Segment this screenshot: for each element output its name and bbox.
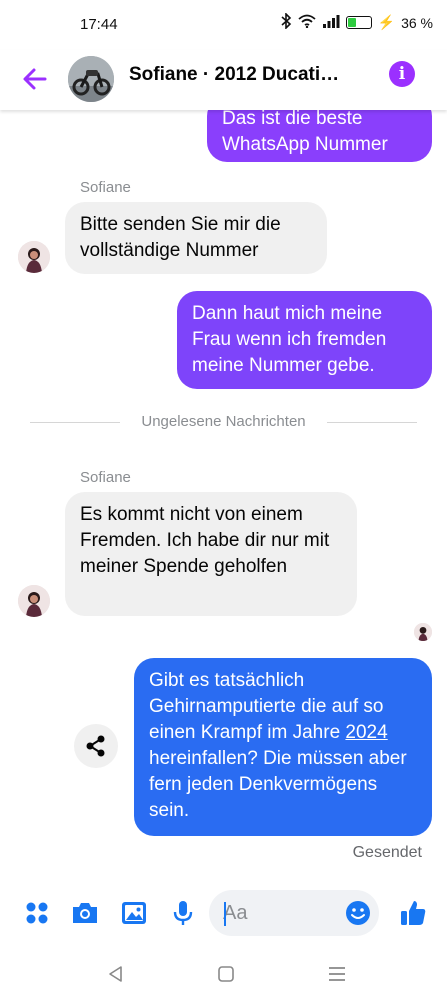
wifi-icon	[298, 14, 316, 31]
charging-icon: ⚡	[377, 14, 396, 30]
gallery-button[interactable]	[119, 898, 149, 928]
apps-icon	[26, 902, 48, 924]
read-receipt-avatar	[414, 623, 432, 641]
battery-percent: 36 %	[401, 14, 433, 31]
message-incoming[interactable]: Es kommt nicht von einem Fremden. Ich ha…	[65, 492, 357, 616]
system-nav-bar	[0, 950, 447, 1000]
microphone-icon	[173, 901, 193, 925]
emoji-icon	[346, 901, 370, 925]
message-input[interactable]	[223, 899, 343, 927]
home-square-icon	[218, 966, 234, 982]
gallery-icon	[122, 902, 146, 924]
message-composer	[0, 882, 447, 944]
message-text: hereinfallen? Die müssen aber fern jeden…	[149, 748, 407, 821]
sender-avatar[interactable]	[18, 241, 50, 273]
thumbs-up-button[interactable]	[398, 898, 428, 928]
nav-home-button[interactable]	[214, 962, 238, 986]
status-icons: ⚡ 36 %	[280, 12, 433, 32]
sender-name: Sofiane	[80, 179, 131, 196]
share-icon	[86, 735, 105, 757]
text-cursor	[224, 902, 226, 926]
sent-status: Gesendet	[352, 844, 422, 861]
status-time: 17:44	[80, 16, 118, 33]
thumbs-up-icon	[401, 901, 426, 925]
message-outgoing[interactable]: Gibt es tatsächlich Gehirnamputierte die…	[134, 658, 432, 836]
microphone-button[interactable]	[168, 898, 198, 928]
battery-icon	[345, 16, 372, 29]
camera-button[interactable]	[70, 898, 100, 928]
sender-avatar[interactable]	[18, 585, 50, 617]
bluetooth-icon	[280, 12, 292, 32]
contact-avatar[interactable]	[68, 56, 114, 102]
divider-line-right	[327, 422, 417, 423]
message-input-wrapper[interactable]	[209, 890, 379, 936]
camera-icon	[73, 903, 97, 923]
message-text: Bitte senden Sie mir die vollständige Nu…	[80, 214, 281, 261]
person-photo	[414, 623, 432, 641]
nav-back-button[interactable]	[104, 962, 128, 986]
status-bar: 17:44 ⚡ 36 %	[0, 0, 447, 50]
recents-menu-icon	[329, 967, 345, 981]
conversation-header: Sofiane · 2012 Ducati… i	[0, 50, 447, 110]
message-text: Es kommt nicht von einem Fremden. Ich ha…	[80, 504, 330, 577]
motorcycle-photo	[68, 56, 114, 102]
year-link[interactable]: 2024	[345, 722, 387, 743]
message-outgoing[interactable]: Dann haut mich meine Frau wenn ich fremd…	[177, 291, 432, 389]
person-photo	[18, 585, 50, 617]
conversation-title[interactable]: Sofiane · 2012 Ducati…	[129, 64, 369, 86]
arrow-left-icon	[23, 68, 47, 90]
emoji-button[interactable]	[345, 900, 371, 926]
signal-icon	[322, 14, 340, 31]
message-text: Das ist die beste WhatsApp Nummer	[222, 108, 388, 155]
message-text: Dann haut mich meine Frau wenn ich fremd…	[192, 303, 387, 376]
nav-recents-button[interactable]	[325, 962, 349, 986]
apps-button[interactable]	[22, 898, 52, 928]
sender-name: Sofiane	[80, 469, 131, 486]
share-button[interactable]	[74, 724, 118, 768]
unread-divider: Ungelesene Nachrichten	[30, 411, 417, 433]
back-button[interactable]	[18, 62, 52, 96]
person-photo	[18, 241, 50, 273]
message-incoming[interactable]: Bitte senden Sie mir die vollständige Nu…	[65, 202, 327, 274]
back-triangle-icon	[109, 966, 122, 982]
info-button[interactable]: i	[389, 61, 415, 87]
